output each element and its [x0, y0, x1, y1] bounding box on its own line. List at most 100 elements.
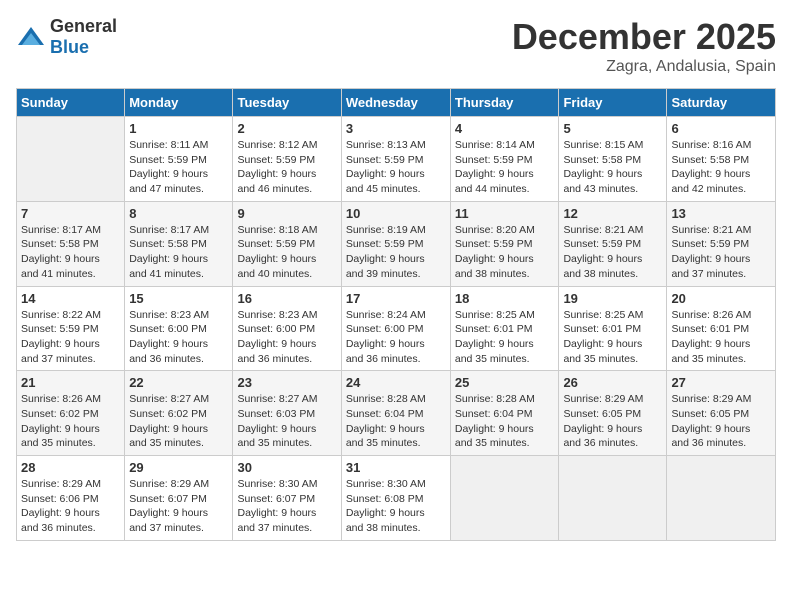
calendar-cell: 23Sunrise: 8:27 AM Sunset: 6:03 PM Dayli…: [233, 371, 341, 456]
day-info: Sunrise: 8:29 AM Sunset: 6:07 PM Dayligh…: [129, 477, 228, 536]
calendar-cell: 22 Sunrise: 8:27 AM Sunset: 6:02 PM Dayli…: [125, 371, 233, 456]
calendar-cell: 14Sunrise: 8:22 AM Sunset: 5:59 PM Dayli…: [17, 286, 125, 371]
calendar-day-header: Friday: [559, 89, 667, 117]
day-info: Sunrise: 8:29 AM Sunset: 6:06 PM Dayligh…: [21, 477, 120, 536]
day-info: Sunrise: 8:29 AM Sunset: 6:05 PM Dayligh…: [671, 392, 771, 451]
month-title: December 2025: [512, 16, 776, 58]
calendar-day-header: Saturday: [667, 89, 776, 117]
calendar-cell: 17 Sunrise: 8:24 AM Sunset: 6:00 PM Dayli…: [341, 286, 450, 371]
day-number: 5: [563, 121, 662, 136]
day-number: 10: [346, 206, 446, 221]
calendar-cell: 8 Sunrise: 8:17 AM Sunset: 5:58 PM Daylig…: [125, 201, 233, 286]
calendar-cell: 7Sunrise: 8:17 AM Sunset: 5:58 PM Daylig…: [17, 201, 125, 286]
day-info: Sunrise: 8:15 AM Sunset: 5:58 PM Dayligh…: [563, 138, 662, 197]
day-info: Sunrise: 8:13 AM Sunset: 5:59 PM Dayligh…: [346, 138, 446, 197]
calendar-week-row: 28 Sunrise: 8:29 AM Sunset: 6:06 PM Dayli…: [17, 456, 776, 541]
calendar-cell: 13Sunrise: 8:21 AM Sunset: 5:59 PM Dayli…: [667, 201, 776, 286]
day-info: Sunrise: 8:30 AM Sunset: 6:08 PM Dayligh…: [346, 477, 446, 536]
calendar-cell: 18 Sunrise: 8:25 AM Sunset: 6:01 PM Dayli…: [450, 286, 559, 371]
day-number: 6: [671, 121, 771, 136]
day-info: Sunrise: 8:23 AM Sunset: 6:00 PM Dayligh…: [237, 308, 336, 367]
day-number: 28: [21, 460, 120, 475]
calendar-week-row: 14Sunrise: 8:22 AM Sunset: 5:59 PM Dayli…: [17, 286, 776, 371]
logo: General Blue: [16, 16, 117, 58]
day-info: Sunrise: 8:14 AM Sunset: 5:59 PM Dayligh…: [455, 138, 555, 197]
day-number: 24: [346, 375, 446, 390]
day-number: 19: [563, 291, 662, 306]
day-number: 11: [455, 206, 555, 221]
day-number: 14: [21, 291, 120, 306]
day-number: 29: [129, 460, 228, 475]
calendar-cell: 2Sunrise: 8:12 AM Sunset: 5:59 PM Daylig…: [233, 117, 341, 202]
day-info: Sunrise: 8:21 AM Sunset: 5:59 PM Dayligh…: [563, 223, 662, 282]
day-info: Sunrise: 8:17 AM Sunset: 5:58 PM Dayligh…: [129, 223, 228, 282]
day-number: 3: [346, 121, 446, 136]
calendar-cell: 31 Sunrise: 8:30 AM Sunset: 6:08 PM Dayli…: [341, 456, 450, 541]
calendar-table: SundayMondayTuesdayWednesdayThursdayFrid…: [16, 88, 776, 541]
calendar-cell: 29 Sunrise: 8:29 AM Sunset: 6:07 PM Dayli…: [125, 456, 233, 541]
calendar-cell: 12 Sunrise: 8:21 AM Sunset: 5:59 PM Dayli…: [559, 201, 667, 286]
day-info: Sunrise: 8:28 AM Sunset: 6:04 PM Dayligh…: [346, 392, 446, 451]
calendar-day-header: Thursday: [450, 89, 559, 117]
day-number: 20: [671, 291, 771, 306]
day-number: 9: [237, 206, 336, 221]
calendar-week-row: 7 Sunrise: 8:17 AM Sunset: 5:58 PM Daylig…: [17, 201, 776, 286]
calendar-cell: 3 Sunrise: 8:13 AM Sunset: 5:59 PM Daylig…: [341, 117, 450, 202]
day-info: Sunrise: 8:16 AM Sunset: 5:58 PM Dayligh…: [671, 138, 771, 197]
calendar-cell: [17, 117, 125, 202]
calendar-cell: 24 Sunrise: 8:28 AM Sunset: 6:04 PM Dayli…: [341, 371, 450, 456]
calendar-cell: 5 Sunrise: 8:15 AM Sunset: 5:58 PM Daylig…: [559, 117, 667, 202]
calendar-day-header: Tuesday: [233, 89, 341, 117]
calendar-day-header: Wednesday: [341, 89, 450, 117]
day-number: 4: [455, 121, 555, 136]
day-info: Sunrise: 8:27 AM Sunset: 6:02 PM Dayligh…: [129, 392, 228, 451]
title-area: December 2025 Zagra, Andalusia, Spain: [512, 16, 776, 76]
logo-icon: [16, 25, 46, 49]
day-info: Sunrise: 8:29 AM Sunset: 6:05 PM Dayligh…: [563, 392, 662, 451]
calendar-cell: 6 Sunrise: 8:16 AM Sunset: 5:58 PM Daylig…: [667, 117, 776, 202]
location-title: Zagra, Andalusia, Spain: [512, 58, 776, 76]
day-number: 15: [129, 291, 228, 306]
logo-text: General Blue: [50, 16, 117, 58]
day-number: 22: [129, 375, 228, 390]
calendar-cell: 26Sunrise: 8:29 AM Sunset: 6:05 PM Dayli…: [559, 371, 667, 456]
calendar-cell: 28 Sunrise: 8:29 AM Sunset: 6:06 PM Dayli…: [17, 456, 125, 541]
day-number: 1: [129, 121, 228, 136]
calendar-cell: [559, 456, 667, 541]
calendar-cell: 15 Sunrise: 8:23 AM Sunset: 6:00 PM Dayli…: [125, 286, 233, 371]
day-info: Sunrise: 8:11 AM Sunset: 5:59 PM Dayligh…: [129, 138, 228, 197]
calendar-cell: 4 Sunrise: 8:14 AM Sunset: 5:59 PM Daylig…: [450, 117, 559, 202]
day-number: 18: [455, 291, 555, 306]
day-info: Sunrise: 8:26 AM Sunset: 6:02 PM Dayligh…: [21, 392, 120, 451]
day-info: Sunrise: 8:23 AM Sunset: 6:00 PM Dayligh…: [129, 308, 228, 367]
day-info: Sunrise: 8:30 AM Sunset: 6:07 PM Dayligh…: [237, 477, 336, 536]
day-number: 27: [671, 375, 771, 390]
calendar-day-header: Monday: [125, 89, 233, 117]
day-number: 8: [129, 206, 228, 221]
day-number: 31: [346, 460, 446, 475]
logo-general: General: [50, 16, 117, 36]
calendar-cell: 16 Sunrise: 8:23 AM Sunset: 6:00 PM Dayli…: [233, 286, 341, 371]
day-number: 25: [455, 375, 555, 390]
day-number: 17: [346, 291, 446, 306]
calendar-cell: 10 Sunrise: 8:19 AM Sunset: 5:59 PM Dayli…: [341, 201, 450, 286]
day-info: Sunrise: 8:25 AM Sunset: 6:01 PM Dayligh…: [455, 308, 555, 367]
calendar-cell: [450, 456, 559, 541]
day-number: 12: [563, 206, 662, 221]
calendar-cell: 20 Sunrise: 8:26 AM Sunset: 6:01 PM Dayli…: [667, 286, 776, 371]
day-number: 23: [237, 375, 336, 390]
calendar-cell: 25 Sunrise: 8:28 AM Sunset: 6:04 PM Dayli…: [450, 371, 559, 456]
day-info: Sunrise: 8:25 AM Sunset: 6:01 PM Dayligh…: [563, 308, 662, 367]
day-info: Sunrise: 8:24 AM Sunset: 6:00 PM Dayligh…: [346, 308, 446, 367]
day-number: 16: [237, 291, 336, 306]
logo-blue: Blue: [50, 37, 89, 57]
day-number: 21: [21, 375, 120, 390]
day-info: Sunrise: 8:26 AM Sunset: 6:01 PM Dayligh…: [671, 308, 771, 367]
day-info: Sunrise: 8:19 AM Sunset: 5:59 PM Dayligh…: [346, 223, 446, 282]
day-number: 7: [21, 206, 120, 221]
calendar-week-row: 21 Sunrise: 8:26 AM Sunset: 6:02 PM Dayli…: [17, 371, 776, 456]
calendar-cell: 19 Sunrise: 8:25 AM Sunset: 6:01 PM Dayli…: [559, 286, 667, 371]
page-header: General Blue December 2025 Zagra, Andalu…: [16, 16, 776, 76]
day-info: Sunrise: 8:20 AM Sunset: 5:59 PM Dayligh…: [455, 223, 555, 282]
day-info: Sunrise: 8:28 AM Sunset: 6:04 PM Dayligh…: [455, 392, 555, 451]
